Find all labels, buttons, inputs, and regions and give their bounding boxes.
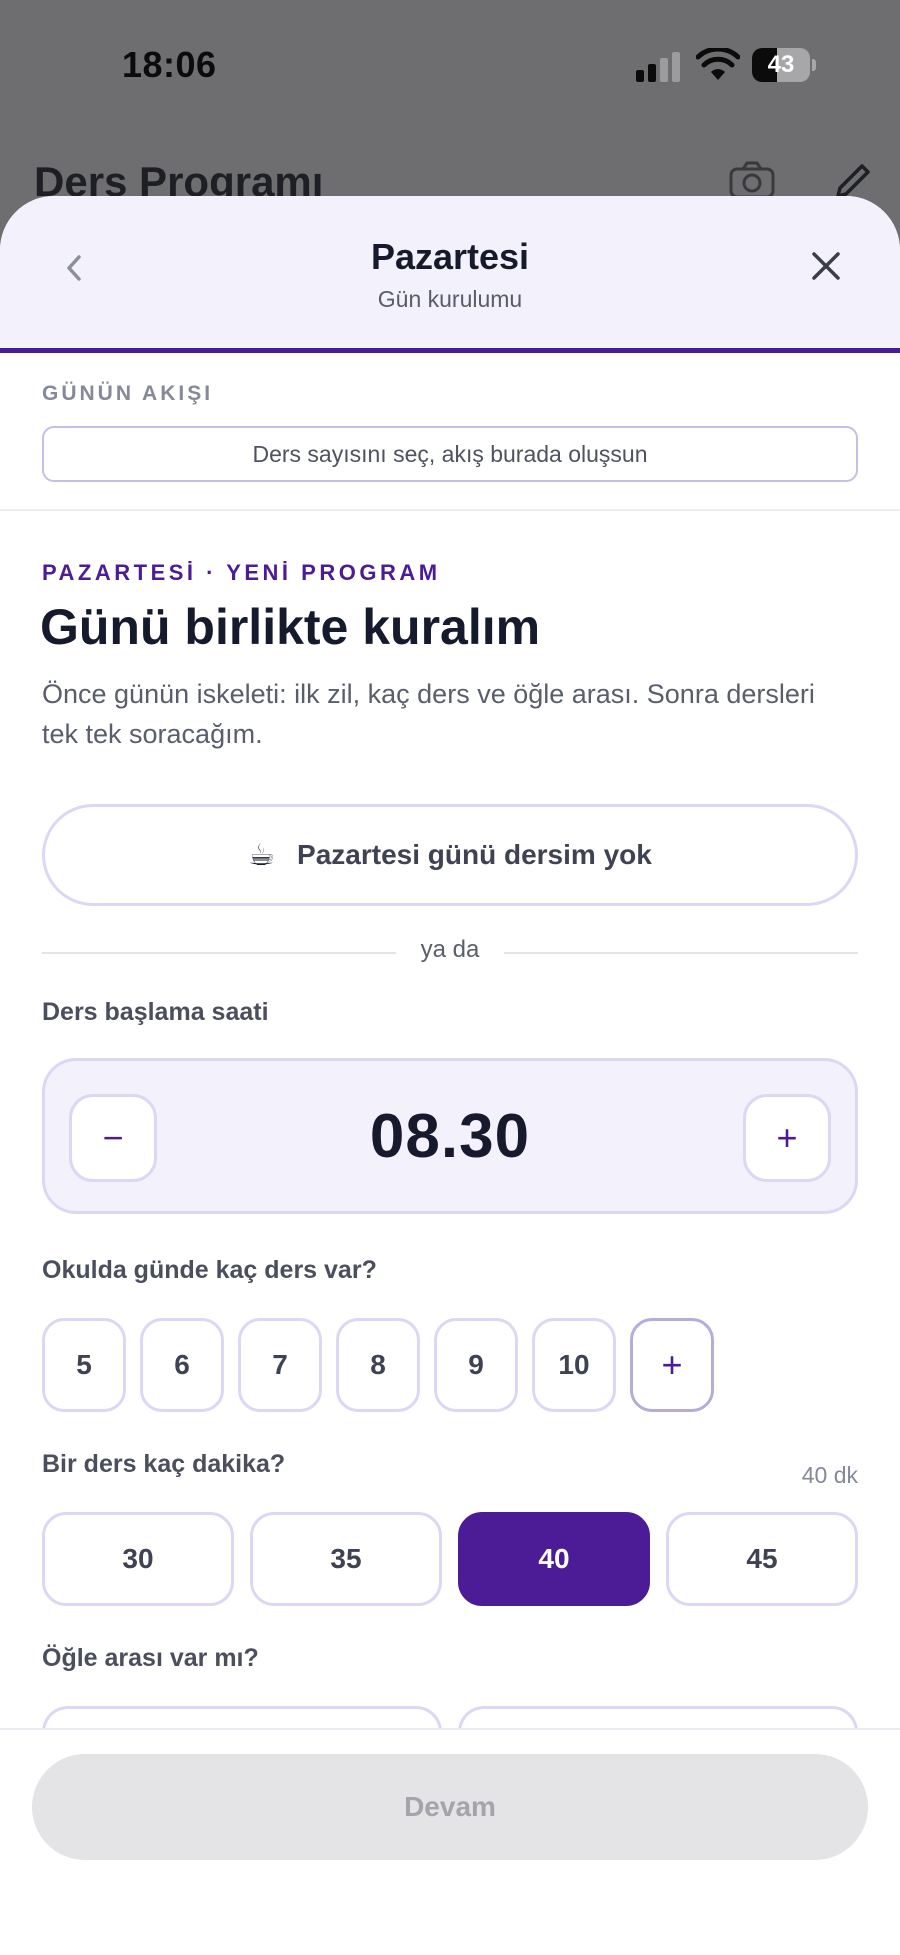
start-time-stepper: − 08.30 + (42, 1058, 858, 1214)
class-count-option-5[interactable]: 5 (42, 1318, 126, 1412)
no-class-label: Pazartesi günü dersim yok (297, 839, 652, 870)
coffee-cup-icon: ☕ (248, 838, 276, 872)
plus-icon: + (661, 1344, 683, 1385)
add-class-count-button[interactable]: + (630, 1318, 714, 1412)
progress-indicator (0, 348, 900, 353)
duration-option-35[interactable]: 35 (250, 1512, 442, 1606)
sheet-subtitle: Gün kurulumu (377, 286, 523, 312)
page-heading: Günü birlikte kuralım (40, 599, 541, 655)
class-count-option-8[interactable]: 8 (336, 1318, 420, 1412)
sheet-header: Pazartesi Gün kurulumu (0, 196, 900, 348)
sheet-title: Pazartesi (370, 236, 530, 277)
status-time: 18:06 (122, 44, 217, 85)
divider (0, 509, 900, 511)
class-count-option-10[interactable]: 10 (532, 1318, 616, 1412)
status-bar: 18:06 43 (0, 0, 900, 130)
class-count-option-7[interactable]: 7 (238, 1318, 322, 1412)
plus-icon: + (776, 1117, 798, 1158)
close-icon (812, 252, 840, 280)
class-count-option-6[interactable]: 6 (140, 1318, 224, 1412)
intro-text: Önce günün iskeleti: ilk zil, kaç ders v… (42, 679, 815, 749)
lesson-duration-label: Bir ders kaç dakika? (42, 1450, 286, 1478)
duration-option-45[interactable]: 45 (666, 1512, 858, 1606)
duration-option-30[interactable]: 30 (42, 1512, 234, 1606)
start-time-label: Ders başlama saati (42, 998, 269, 1026)
battery-icon: 43 (752, 48, 816, 82)
cellular-signal-icon (636, 52, 682, 82)
battery-percentage: 43 (767, 51, 795, 78)
lesson-duration-value: 40 dk (801, 1462, 858, 1488)
or-text: ya da (420, 936, 480, 963)
continue-button[interactable]: Devam (32, 1754, 868, 1860)
wifi-icon (696, 48, 740, 80)
start-time-value: 08.30 (369, 1102, 531, 1171)
class-count-option-9[interactable]: 9 (434, 1318, 518, 1412)
sheet-footer: Devam (0, 1728, 900, 1955)
class-count-label: Okulda günde kaç ders var? (42, 1256, 377, 1284)
lunch-break-label: Öğle arası var mı? (42, 1644, 259, 1672)
no-class-today-button[interactable]: ☕ Pazartesi günü dersim yok (42, 804, 858, 906)
or-separator: ya da (42, 934, 858, 970)
duration-option-40[interactable]: 40 (458, 1512, 650, 1606)
day-flow-placeholder: Ders sayısını seç, akış burada oluşsun (42, 426, 858, 482)
close-button[interactable] (802, 242, 850, 290)
section-eyebrow: PAZARTESİ · YENİ PROGRAM (42, 560, 441, 585)
camera-icon (729, 161, 775, 199)
day-flow-label: GÜNÜN AKIŞI (42, 382, 214, 405)
increase-time-button[interactable]: + (743, 1094, 831, 1182)
day-setup-sheet: Pazartesi Gün kurulumu GÜNÜN AKIŞI Ders … (0, 196, 900, 1955)
